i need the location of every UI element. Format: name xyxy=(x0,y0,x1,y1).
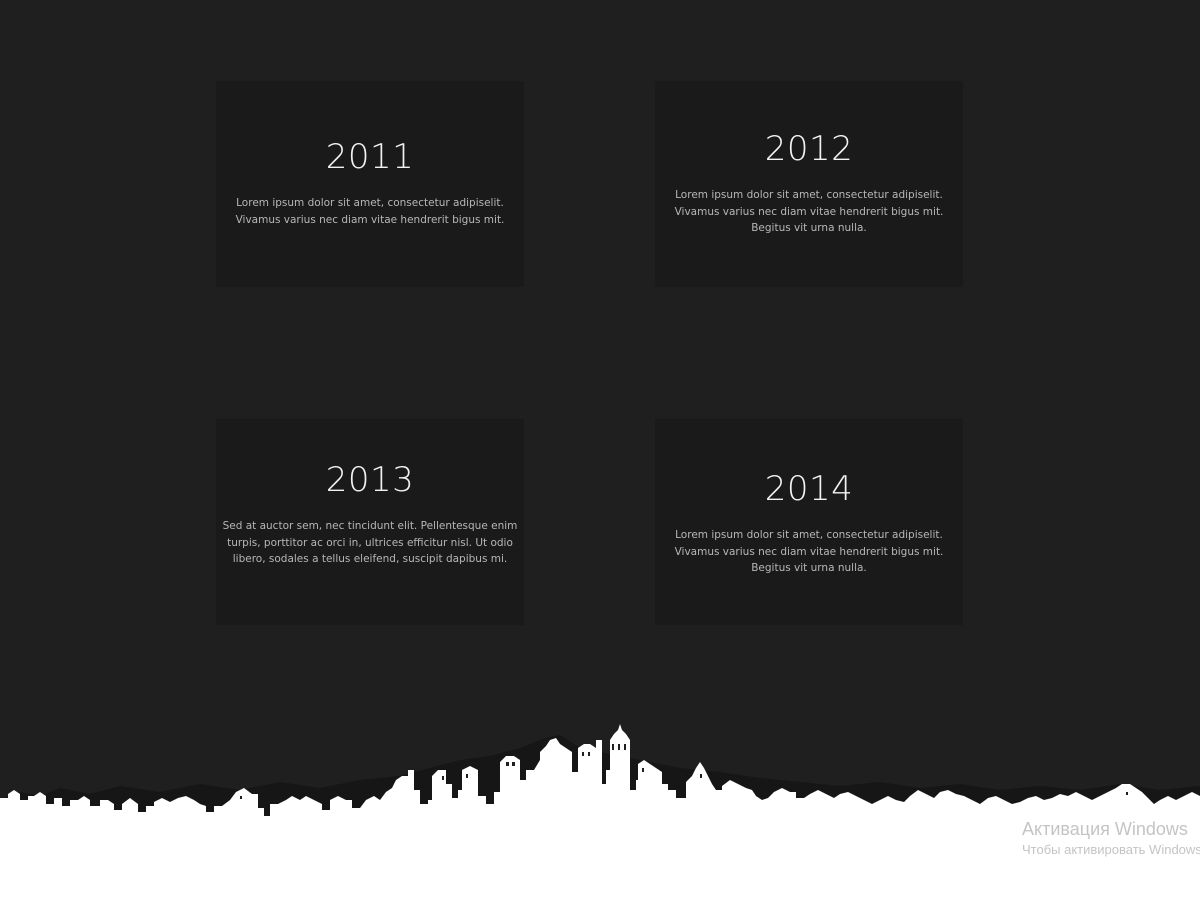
city-skyline-icon xyxy=(0,724,1200,900)
timeline-card-2011: 2011 Lorem ipsum dolor sit amet, consect… xyxy=(216,81,524,287)
card-year: 2014 xyxy=(764,469,854,509)
card-description: Lorem ipsum dolor sit amet, consectetur … xyxy=(674,189,944,234)
timeline-card-2012: 2012 Lorem ipsum dolor sit amet, consect… xyxy=(655,81,963,287)
page: 2011 Lorem ipsum dolor sit amet, consect… xyxy=(0,0,1200,900)
watermark-subtitle: Чтобы активировать Windows xyxy=(1022,842,1200,857)
timeline-card-2013: 2013 Sed at auctor sem, nec tincidunt el… xyxy=(216,419,524,625)
card-year: 2013 xyxy=(325,460,415,500)
card-description: Sed at auctor sem, nec tincidunt elit. P… xyxy=(222,520,518,565)
watermark-title: Активация Windows xyxy=(1022,819,1188,839)
card-description: Lorem ipsum dolor sit amet, consectetur … xyxy=(235,197,505,226)
card-year: 2011 xyxy=(325,137,415,177)
card-year: 2012 xyxy=(764,129,854,169)
windows-activation-watermark: Активация Windows Чтобы активировать Win… xyxy=(1022,818,1200,860)
card-description: Lorem ipsum dolor sit amet, consectetur … xyxy=(674,529,944,574)
timeline-card-2014: 2014 Lorem ipsum dolor sit amet, consect… xyxy=(655,419,963,625)
